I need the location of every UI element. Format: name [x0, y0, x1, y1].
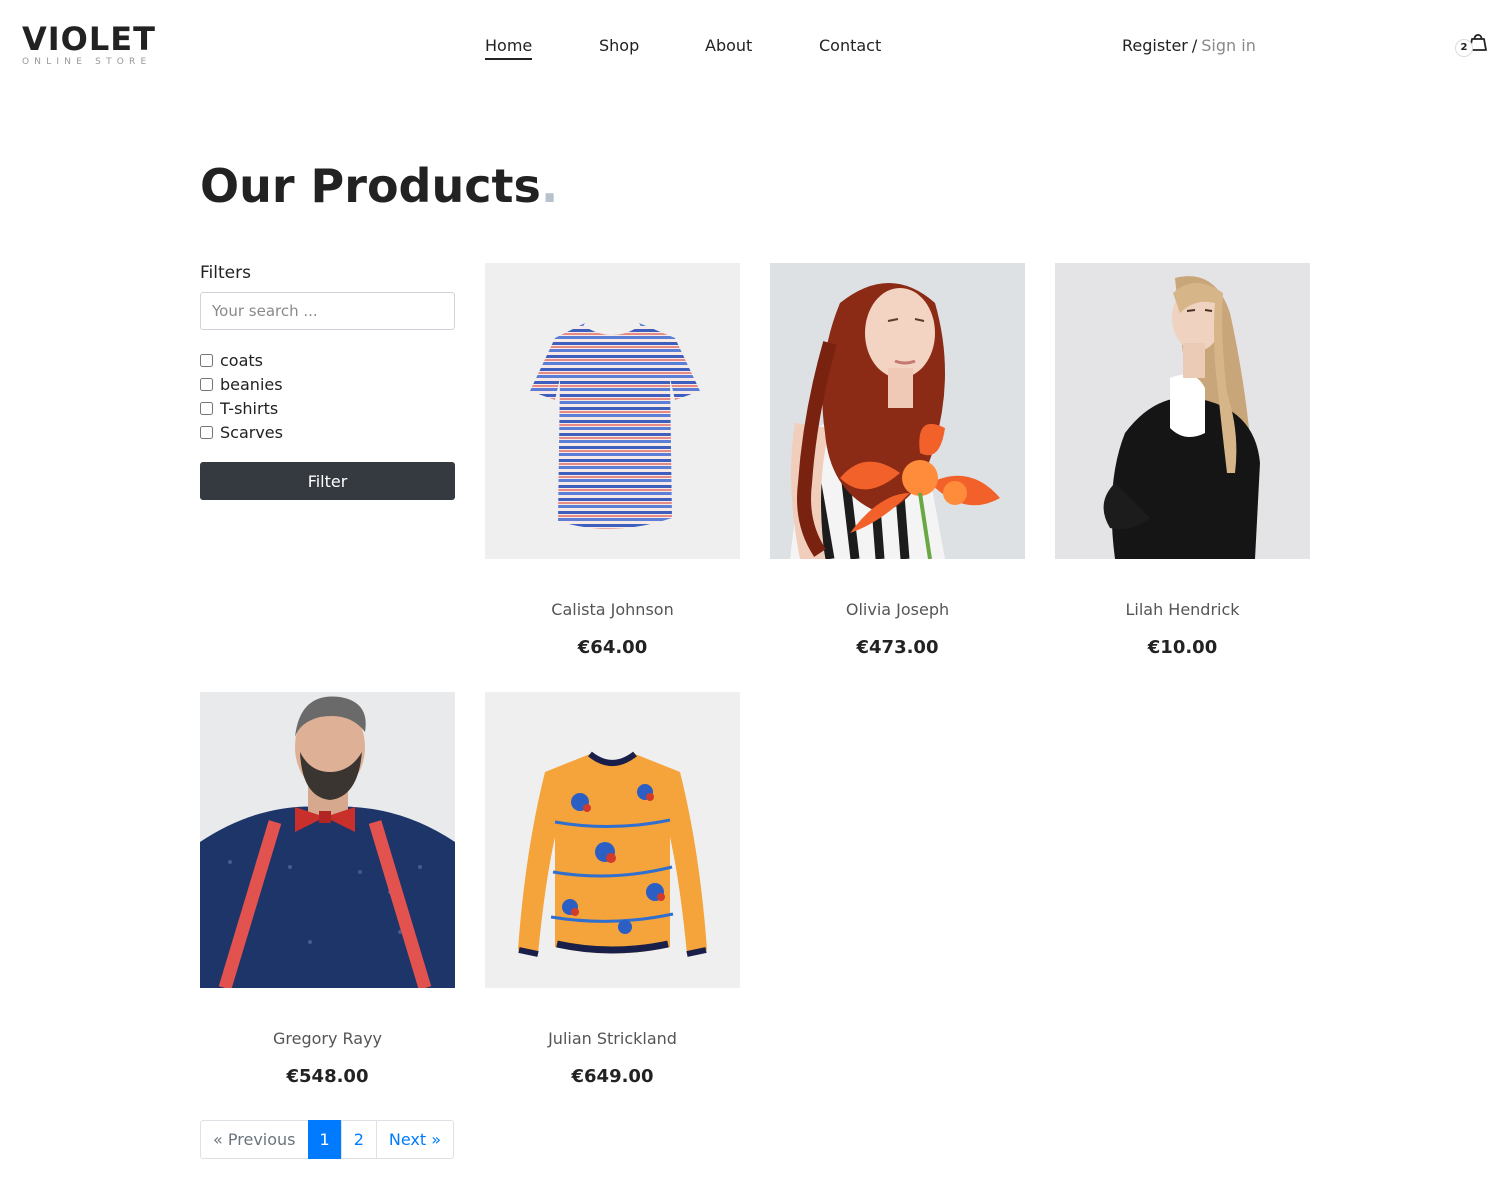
page-title-text: Our Products — [200, 159, 541, 213]
product-card[interactable]: Julian Strickland €649.00 — [485, 692, 740, 1088]
product-name[interactable]: Gregory Rayy — [200, 1029, 455, 1049]
filters-title: Filters — [200, 263, 251, 283]
nav-about[interactable]: About — [705, 36, 752, 56]
product-card[interactable]: Lilah Hendrick €10.00 — [1055, 263, 1310, 659]
product-price: €473.00 — [856, 637, 939, 658]
filter-option: T-shirts — [200, 396, 455, 420]
product-price: €64.00 — [577, 637, 648, 658]
coats-label[interactable]: coats — [220, 351, 263, 370]
signin-link[interactable]: Sign in — [1201, 36, 1256, 55]
product-image-floral-sweatshirt[interactable] — [485, 692, 740, 988]
product-image-man-bow-tie[interactable] — [200, 692, 455, 988]
product-name[interactable]: Calista Johnson — [485, 600, 740, 620]
product-card[interactable]: Olivia Joseph €473.00 — [770, 263, 1025, 659]
cart-button[interactable]: 2 — [1455, 31, 1491, 61]
auth-separator: / — [1191, 36, 1198, 55]
pagination: « Previous 1 2 Next » — [200, 1120, 455, 1159]
auth-links: Register / Sign in — [1122, 36, 1256, 56]
product-price: €649.00 — [571, 1066, 654, 1087]
product-image-woman-black-jacket[interactable] — [1055, 263, 1310, 559]
product-image-woman-flowers[interactable] — [770, 263, 1025, 559]
page-title: Our Products. — [200, 156, 558, 216]
striped-tshirt-image — [530, 320, 700, 529]
man-with-bowtie-image — [200, 692, 455, 988]
nav-contact[interactable]: Contact — [819, 36, 881, 56]
nav-shop[interactable]: Shop — [599, 36, 639, 56]
brand-logo[interactable]: VIOLET ONLINE STORE — [22, 22, 156, 67]
filter-option: coats — [200, 348, 455, 372]
coats-checkbox[interactable] — [200, 353, 213, 367]
filters-panel: Filters coats beanies T-shirts Scarves F… — [200, 262, 455, 500]
previous-page-link[interactable]: « Previous — [200, 1120, 309, 1159]
product-card[interactable]: Calista Johnson €64.00 — [485, 263, 740, 659]
page-1-link[interactable]: 1 — [307, 1120, 342, 1159]
brand-tagline: ONLINE STORE — [22, 57, 152, 67]
page-2-link[interactable]: 2 — [340, 1120, 377, 1159]
scarves-checkbox[interactable] — [200, 425, 213, 439]
product-name[interactable]: Lilah Hendrick — [1055, 600, 1310, 620]
product-name[interactable]: Olivia Joseph — [770, 600, 1025, 620]
product-card[interactable]: Gregory Rayy €548.00 — [200, 692, 455, 1088]
woman-black-jacket-image — [1055, 263, 1310, 559]
product-price: €10.00 — [1147, 637, 1218, 658]
beanies-label[interactable]: beanies — [220, 375, 283, 394]
register-link[interactable]: Register — [1122, 36, 1188, 55]
filter-option: beanies — [200, 372, 455, 396]
tshirts-checkbox[interactable] — [200, 401, 213, 415]
brand-name: VIOLET — [22, 20, 156, 58]
next-page-link[interactable]: Next » — [375, 1120, 455, 1159]
search-input[interactable] — [200, 292, 455, 330]
filter-button[interactable]: Filter — [200, 462, 455, 500]
product-name[interactable]: Julian Strickland — [485, 1029, 740, 1049]
cart-count-badge: 2 — [1455, 39, 1473, 57]
tshirts-label[interactable]: T-shirts — [220, 399, 278, 418]
beanies-checkbox[interactable] — [200, 377, 213, 391]
product-price: €548.00 — [286, 1066, 369, 1087]
scarves-label[interactable]: Scarves — [220, 423, 283, 442]
page-title-dot: . — [540, 159, 559, 213]
product-image-striped-tshirt[interactable] — [485, 263, 740, 559]
filter-option: Scarves — [200, 420, 455, 444]
woman-with-flowers-image — [770, 263, 1025, 559]
category-checklist: coats beanies T-shirts Scarves — [200, 348, 455, 444]
nav-home[interactable]: Home — [485, 36, 533, 60]
floral-sweatshirt-image — [485, 692, 740, 988]
